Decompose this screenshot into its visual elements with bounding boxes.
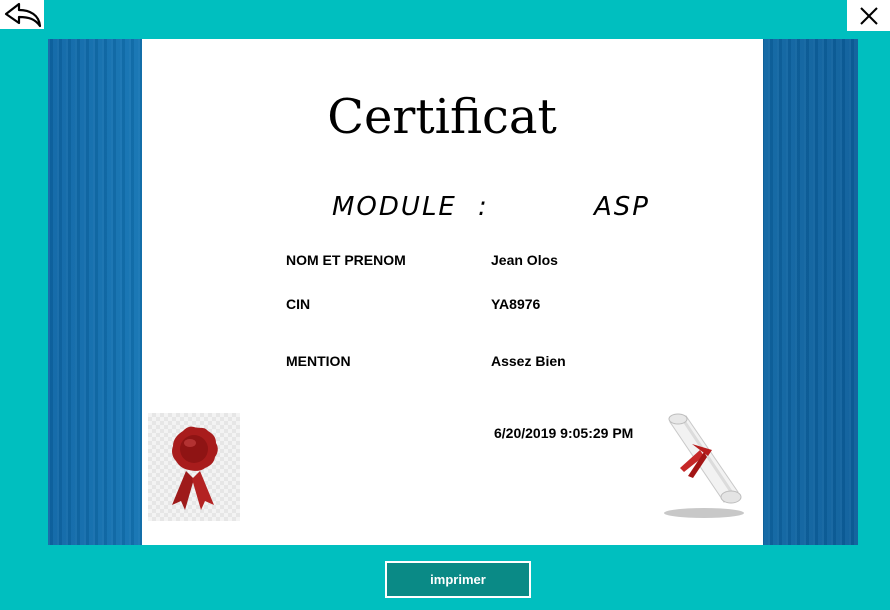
module-row: MODULE : ASP bbox=[332, 192, 672, 226]
cin-value: YA8976 bbox=[491, 296, 541, 312]
seal-image bbox=[148, 413, 240, 521]
certificate-title: Certificat bbox=[327, 89, 557, 145]
cin-label: CIN bbox=[286, 296, 311, 312]
diploma-image bbox=[662, 410, 746, 520]
module-value: ASP bbox=[594, 192, 650, 222]
mention-label: MENTION bbox=[286, 353, 351, 369]
diploma-scroll-icon bbox=[664, 413, 744, 518]
name-value: Jean Olos bbox=[491, 252, 558, 268]
back-arrow-icon bbox=[4, 2, 42, 27]
mention-value: Assez Bien bbox=[491, 353, 566, 369]
wax-seal-icon bbox=[172, 426, 218, 510]
name-label: NOM ET PRENOM bbox=[286, 252, 406, 268]
back-button[interactable] bbox=[0, 0, 44, 29]
close-button[interactable] bbox=[847, 0, 890, 31]
module-label: MODULE bbox=[332, 192, 457, 222]
module-separator: : bbox=[478, 192, 489, 222]
close-icon bbox=[859, 6, 878, 25]
certificate-datetime: 6/20/2019 9:05:29 PM bbox=[494, 425, 634, 441]
print-button[interactable]: imprimer bbox=[385, 561, 531, 598]
